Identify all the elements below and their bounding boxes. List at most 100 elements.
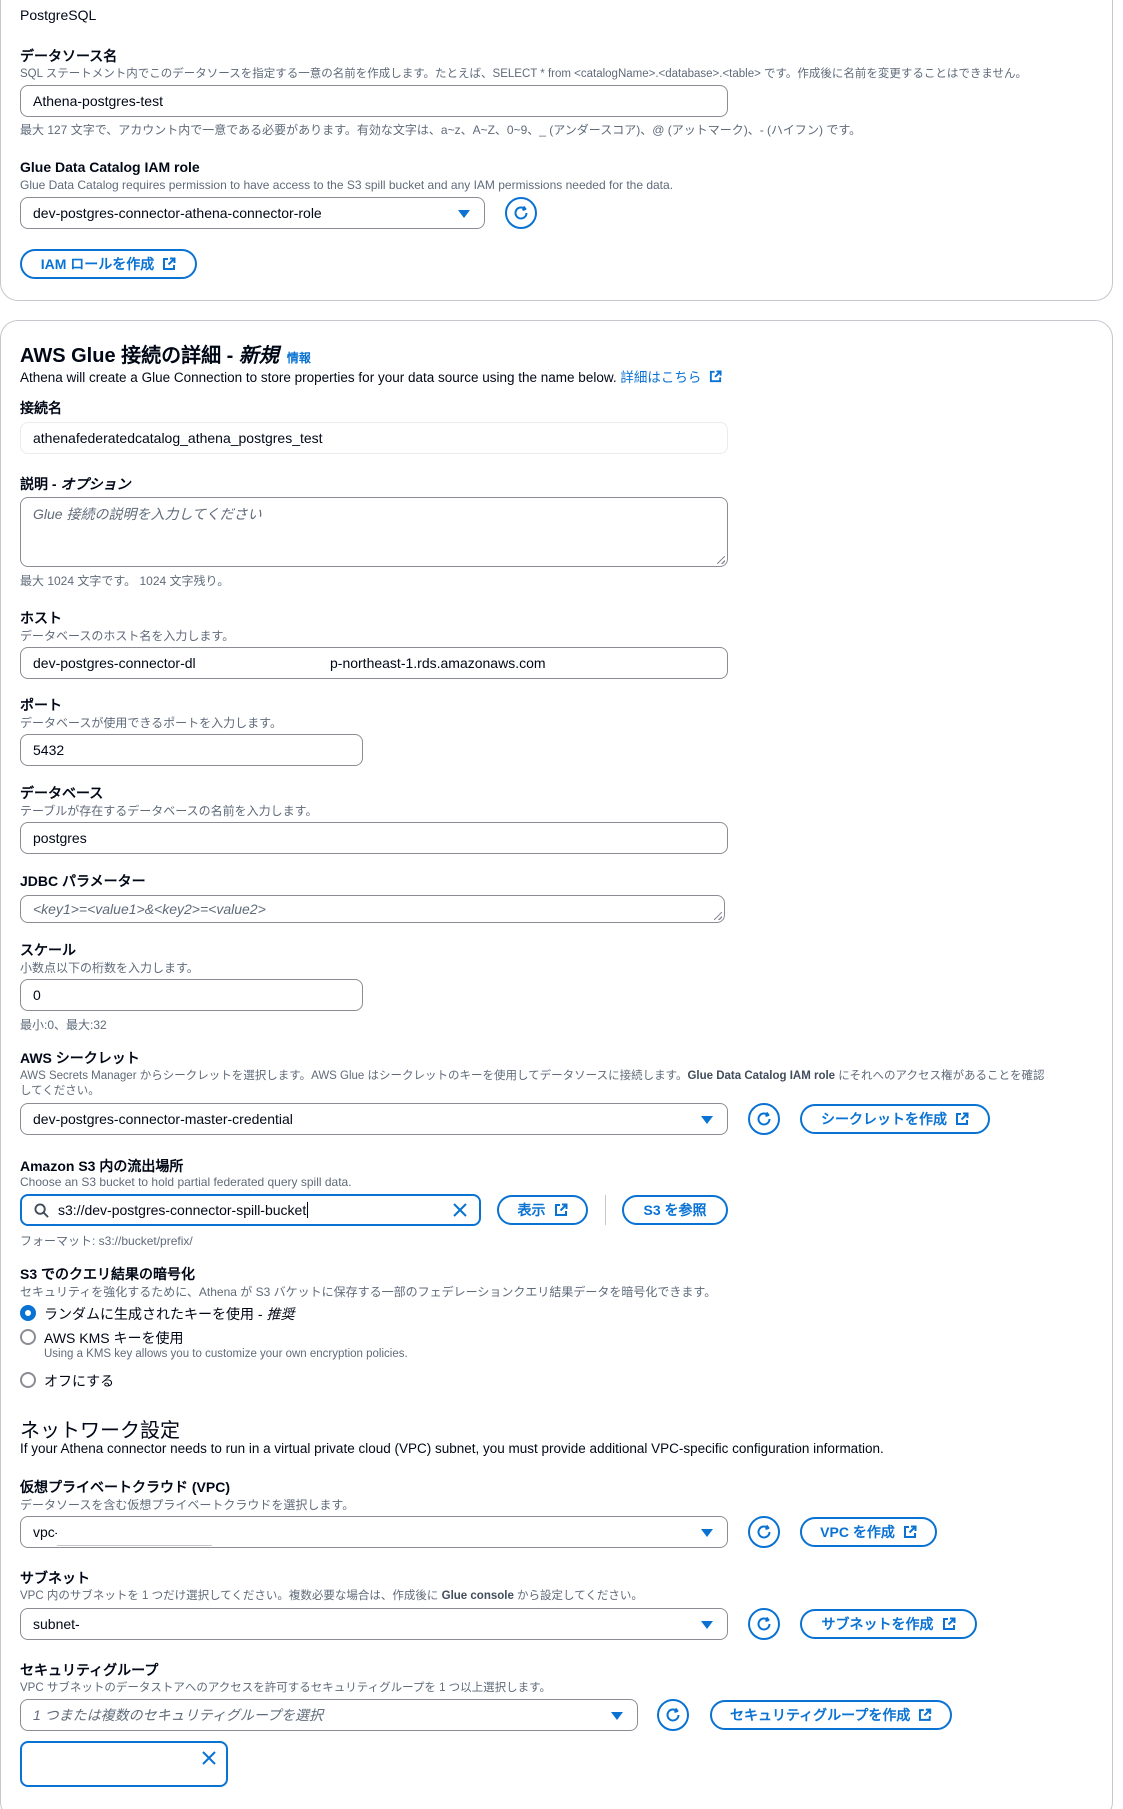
vpc-description: データソースを含む仮想プライベートクラウドを選択します。 [20, 1498, 355, 1512]
port-label: ポート [20, 697, 62, 713]
security-group-description: VPC サブネットのデータストアへのアクセスを許可するセキュリティグループを 1… [20, 1682, 552, 1694]
learn-more-link[interactable]: 詳細はこちら [620, 370, 701, 385]
radio-kms-key[interactable] [20, 1329, 36, 1345]
glue-connection-subtitle: Athena will create a Glue Connection to … [20, 366, 722, 386]
search-icon [34, 1203, 49, 1218]
glue-connection-title-em: 新規 [238, 345, 279, 367]
jdbc-label: JDBC パラメーター [20, 873, 146, 889]
connection-name-input[interactable]: athenafederatedcatalog_athena_postgres_t… [20, 422, 728, 454]
security-group-placeholder: 1 つまたは複数のセキュリティグループを選択 [33, 1707, 323, 1723]
subnet-label: サブネット [20, 1570, 90, 1586]
spill-description: Choose an S3 bucket to hold partial fede… [20, 1175, 352, 1189]
iam-role-select[interactable]: dev-postgres-connector-athena-connector-… [20, 197, 485, 229]
refresh-icon [757, 1111, 771, 1126]
redacted-area [57, 1518, 212, 1546]
subnet-select[interactable]: subnet- [20, 1608, 728, 1640]
host-input[interactable]: dev-postgres-connector-dl p-northeast-1.… [20, 647, 728, 679]
host-value-end: p-northeast-1.rds.amazonaws.com [330, 655, 546, 671]
divider [605, 1195, 606, 1225]
port-input[interactable]: 5432 [20, 734, 363, 766]
encryption-label: S3 でのクエリ結果の暗号化 [20, 1266, 196, 1282]
create-subnet-button[interactable]: サブネットを作成 [800, 1609, 977, 1639]
glue-connection-title: AWS Glue 接続の詳細 - 新規 情報 [20, 339, 311, 368]
redacted-area [201, 649, 328, 677]
view-spill-button[interactable]: 表示 [497, 1195, 588, 1225]
subnet-description-bold: Glue console [441, 1590, 514, 1602]
vpc-select[interactable]: vpc- [20, 1516, 728, 1548]
refresh-security-group-button[interactable] [657, 1699, 689, 1731]
jdbc-textarea[interactable]: <key1>=<value1>&<key2>=<value2> [20, 895, 725, 923]
radio-random-key-label[interactable]: ランダムに生成されたキーを使用 - 推奨 [44, 1304, 294, 1324]
scale-hint: 最小:0、最大:32 [20, 1018, 107, 1032]
vpc-value: vpc- [33, 1524, 60, 1540]
create-secret-button[interactable]: シークレットを作成 [800, 1104, 990, 1134]
resize-handle-icon[interactable] [717, 556, 725, 564]
external-link-icon [919, 1708, 932, 1721]
refresh-icon [666, 1707, 680, 1722]
secret-select[interactable]: dev-postgres-connector-master-credential [20, 1103, 728, 1135]
external-link-icon [903, 1525, 917, 1538]
external-link-icon [554, 1203, 567, 1216]
iam-role-value: dev-postgres-connector-athena-connector-… [33, 205, 322, 221]
create-security-group-button[interactable]: セキュリティグループを作成 [710, 1700, 952, 1730]
radio-off-label[interactable]: オフにする [44, 1371, 114, 1391]
glue-connection-title-main: AWS Glue 接続の詳細 - [20, 345, 239, 367]
datasource-name-hint: 最大 127 文字で、アカウント内で一意である必要があります。有効な文字は、a~… [20, 123, 862, 137]
glue-connection-subtitle-text: Athena will create a Glue Connection to … [20, 370, 621, 385]
dismiss-token-icon[interactable] [202, 1751, 216, 1765]
clear-icon[interactable] [453, 1203, 467, 1217]
browse-s3-button[interactable]: S3 を参照 [622, 1195, 728, 1225]
external-link-icon [710, 370, 722, 383]
caret-down-icon [701, 1116, 713, 1124]
secret-description-bold: Glue Data Catalog IAM role [687, 1070, 836, 1082]
external-link-icon [956, 1112, 969, 1125]
database-input[interactable]: postgres [20, 822, 728, 854]
datasource-name-description: SQL ステートメント内でこのデータソースを指定する一意の名前を作成します。たと… [20, 68, 1028, 80]
view-spill-label: 表示 [517, 1202, 546, 1218]
secret-description-end: にそれへのアクセス権があることを確認 [835, 1070, 1045, 1082]
refresh-subnet-button[interactable] [748, 1608, 780, 1640]
create-vpc-button[interactable]: VPC を作成 [800, 1517, 937, 1547]
secret-label: AWS シークレット [20, 1050, 140, 1066]
secret-description-line2: してください。 [20, 1085, 100, 1097]
resize-handle-icon[interactable] [714, 912, 722, 920]
create-secret-label: シークレットを作成 [821, 1111, 947, 1127]
caret-down-icon [611, 1712, 623, 1720]
refresh-icon [757, 1616, 771, 1631]
refresh-iam-role-button[interactable] [505, 197, 537, 229]
iam-role-description: Glue Data Catalog requires permission to… [20, 178, 674, 192]
radio-kms-key-label[interactable]: AWS KMS キーを使用 [44, 1328, 184, 1348]
host-label: ホスト [20, 610, 62, 626]
scale-label: スケール [20, 942, 76, 958]
security-group-label: セキュリティグループ [20, 1662, 159, 1678]
radio-off[interactable] [20, 1372, 36, 1388]
info-link[interactable]: 情報 [287, 351, 311, 365]
create-security-group-label: セキュリティグループを作成 [730, 1707, 911, 1723]
description-label-main: 説明 - [20, 476, 61, 492]
vpc-label: 仮想プライベートクラウド (VPC) [20, 1479, 230, 1495]
refresh-vpc-button[interactable] [748, 1516, 780, 1548]
create-subnet-label: サブネットを作成 [821, 1616, 934, 1632]
datasource-name-input[interactable]: Athena-postgres-test [20, 85, 728, 117]
create-iam-role-button[interactable]: IAM ロールを作成 [20, 249, 197, 279]
jdbc-placeholder: <key1>=<value1>&<key2>=<value2> [33, 901, 266, 917]
spill-search-input[interactable]: s3://dev-postgres-connector-spill-bucket [20, 1194, 481, 1226]
radio-kms-key-description: Using a KMS key allows you to customize … [44, 1348, 408, 1360]
scale-input[interactable]: 0 [20, 979, 363, 1011]
redacted-area [34, 1749, 184, 1781]
database-label: データベース [20, 785, 104, 801]
radio-random-key-text: ランダムに生成されたキーを使用 - [44, 1306, 267, 1322]
secret-value: dev-postgres-connector-master-credential [33, 1111, 293, 1127]
encryption-description: セキュリティを強化するために、Athena が S3 バケットに保存する一部のフ… [20, 1285, 717, 1299]
security-group-token [20, 1741, 228, 1787]
security-group-select[interactable]: 1 つまたは複数のセキュリティグループを選択 [20, 1699, 638, 1731]
refresh-icon [514, 205, 528, 220]
description-textarea[interactable]: Glue 接続の説明を入力してください [20, 497, 728, 567]
radio-random-key[interactable] [20, 1305, 36, 1321]
subnet-description: VPC 内のサブネットを 1 つだけ選択してください。複数必要な場合は、作成後に… [20, 1587, 643, 1603]
refresh-secret-button[interactable] [748, 1103, 780, 1135]
description-placeholder: Glue 接続の説明を入力してください [33, 506, 262, 522]
secret-description: AWS Secrets Manager からシークレットを選択します。AWS G… [20, 1067, 1044, 1083]
scale-description: 小数点以下の桁数を入力します。 [20, 961, 199, 975]
database-description: テーブルが存在するデータベースの名前を入力します。 [20, 804, 318, 818]
